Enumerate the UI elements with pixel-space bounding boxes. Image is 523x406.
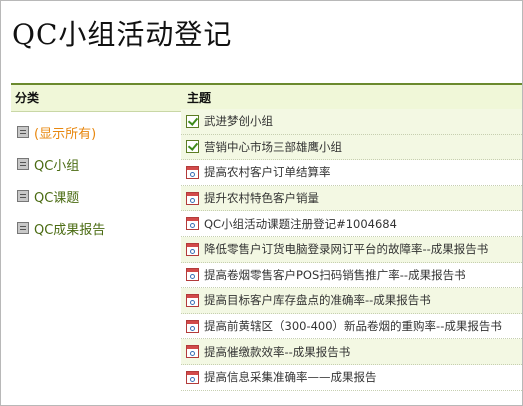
list-item-label: 提高催缴款效率--成果报告书 bbox=[204, 344, 351, 359]
sidebar-item-show-all[interactable]: (显示所有) bbox=[17, 116, 157, 148]
category-icon bbox=[17, 190, 29, 202]
calendar-icon bbox=[186, 370, 199, 384]
calendar-icon bbox=[186, 345, 199, 359]
list-item-label: 提高目标客户库存盘点的准确率--成果报告书 bbox=[204, 293, 431, 308]
category-icon bbox=[17, 222, 29, 234]
list-item[interactable]: 提高目标客户库存盘点的准确率--成果报告书 bbox=[181, 288, 522, 314]
calendar-icon bbox=[186, 191, 199, 205]
check-icon bbox=[186, 114, 199, 128]
list-item[interactable]: 提高卷烟零售客户POS扫码销售推广率--成果报告书 bbox=[181, 263, 522, 289]
list-item[interactable]: 武进梦创小组 bbox=[181, 109, 522, 135]
table-header: 分类 主题 bbox=[11, 83, 522, 112]
calendar-icon bbox=[186, 293, 199, 307]
category-icon bbox=[17, 126, 29, 138]
category-sidebar: (显示所有) QC小组 QC课题 QC成果报告 bbox=[17, 116, 157, 244]
list-item[interactable]: 降低零售户订货电脑登录网订平台的故障率--成果报告书 bbox=[181, 236, 522, 263]
calendar-icon bbox=[186, 242, 199, 256]
list-item-label: 武进梦创小组 bbox=[204, 114, 273, 129]
list-item-label: 降低零售户订货电脑登录网订平台的故障率--成果报告书 bbox=[204, 242, 489, 257]
list-item[interactable]: 提高农村客户订单结算率 bbox=[181, 160, 522, 186]
calendar-icon bbox=[186, 268, 199, 282]
sidebar-item-qc-group[interactable]: QC小组 bbox=[17, 148, 157, 180]
list-item-label: 营销中心市场三部雄鹰小组 bbox=[204, 139, 342, 154]
topic-list: 武进梦创小组 营销中心市场三部雄鹰小组 提高农村客户订单结算率 提升农村特色客户… bbox=[181, 109, 522, 391]
list-item[interactable]: QC小组活动课题注册登记#1004684 bbox=[181, 211, 522, 237]
list-item-label: 提高信息采集准确率——成果报告 bbox=[204, 370, 377, 385]
window-frame: QC小组活动登记 分类 主题 (显示所有) QC小组 QC课题 QC成果报告 武… bbox=[0, 0, 523, 406]
page-title: QC小组活动登记 bbox=[12, 18, 233, 51]
calendar-icon bbox=[186, 165, 199, 179]
sidebar-item-qc-report[interactable]: QC成果报告 bbox=[17, 212, 157, 244]
list-item[interactable]: 提高信息采集准确率——成果报告 bbox=[181, 365, 522, 391]
list-item[interactable]: 营销中心市场三部雄鹰小组 bbox=[181, 134, 522, 161]
sidebar-item-label: QC课题 bbox=[34, 190, 80, 206]
category-icon bbox=[17, 158, 29, 170]
header-row: 分类 主题 bbox=[11, 83, 522, 112]
check-icon bbox=[186, 140, 199, 154]
sidebar-item-qc-topic[interactable]: QC课题 bbox=[17, 180, 157, 212]
column-header-topic: 主题 bbox=[187, 91, 212, 105]
list-item[interactable]: 提升农村特色客户销量 bbox=[181, 185, 522, 212]
list-item[interactable]: 提高前黄辖区（300-400）新品卷烟的重购率--成果报告书 bbox=[181, 314, 522, 340]
list-item-label: 提高农村客户订单结算率 bbox=[204, 165, 331, 180]
column-header-category: 分类 bbox=[15, 91, 40, 105]
sidebar-item-label: (显示所有) bbox=[34, 126, 97, 142]
calendar-icon bbox=[186, 217, 199, 231]
list-item-label: 提高前黄辖区（300-400）新品卷烟的重购率--成果报告书 bbox=[204, 319, 502, 334]
list-item-label: 提升农村特色客户销量 bbox=[204, 191, 319, 206]
list-item[interactable]: 提高催缴款效率--成果报告书 bbox=[181, 339, 522, 365]
sidebar-item-label: QC成果报告 bbox=[34, 222, 106, 238]
sidebar-item-label: QC小组 bbox=[34, 158, 80, 174]
list-item-label: QC小组活动课题注册登记#1004684 bbox=[204, 216, 397, 231]
calendar-icon bbox=[186, 319, 199, 333]
list-item-label: 提高卷烟零售客户POS扫码销售推广率--成果报告书 bbox=[204, 267, 466, 282]
